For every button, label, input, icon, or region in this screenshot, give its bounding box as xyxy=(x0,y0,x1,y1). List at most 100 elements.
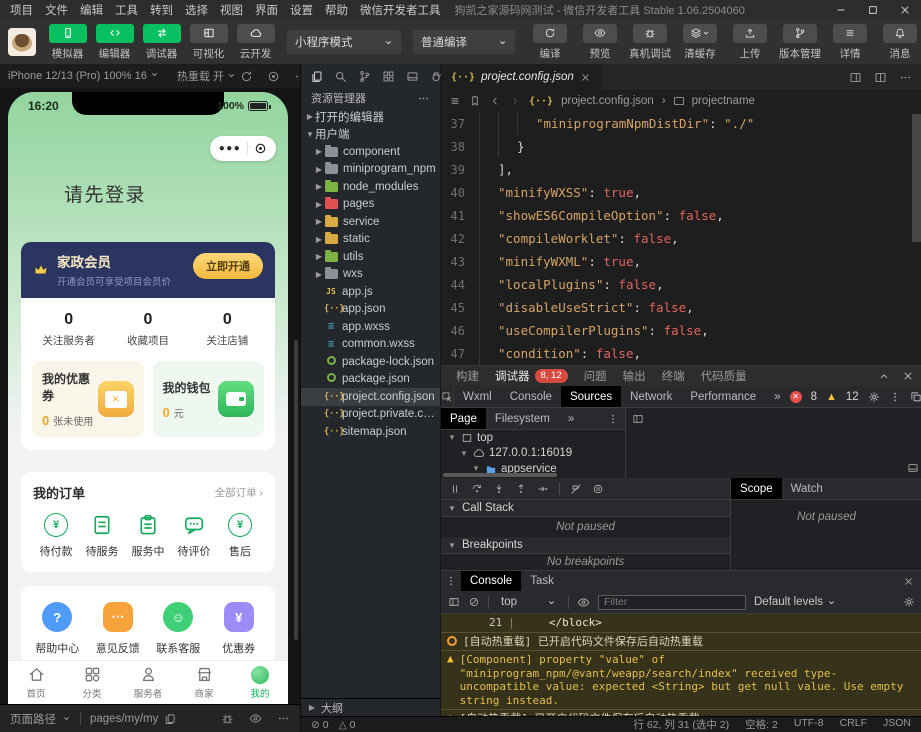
sources-tree-item[interactable]: ▼top xyxy=(441,430,625,446)
statusbar-item[interactable]: 行 62, 列 31 (选中 2) xyxy=(633,717,729,732)
editor-tab[interactable]: {··} project.config.json xyxy=(441,64,601,90)
step-into-icon[interactable] xyxy=(493,483,505,495)
split-editor-icon[interactable] xyxy=(874,71,887,84)
more-vertical-icon[interactable] xyxy=(607,408,625,429)
copy-icon[interactable] xyxy=(164,713,176,725)
console-tab-Task[interactable]: Task xyxy=(521,571,563,591)
miniprogram-capsule[interactable]: ●●● xyxy=(210,136,276,161)
capsule-close-icon[interactable] xyxy=(254,142,267,155)
open-preview-icon[interactable] xyxy=(849,71,862,84)
menu-item[interactable]: 选择 xyxy=(179,2,214,18)
panel-tab-调试器[interactable]: 调试器8, 12 xyxy=(488,368,575,384)
editor-scrollbar[interactable] xyxy=(912,114,921,242)
code-area[interactable]: 37"miniprogramNpmDistDir": "./"38}39],40… xyxy=(441,112,921,365)
back-icon[interactable] xyxy=(489,95,501,107)
forward-icon[interactable] xyxy=(509,95,521,107)
hot-reload-toggle[interactable]: 热重载 开 xyxy=(177,68,236,84)
page-path-label[interactable]: 页面路径 xyxy=(10,711,56,727)
tree-item[interactable]: package.json xyxy=(301,371,440,389)
tabbar-item-home[interactable]: 首页 xyxy=(8,661,64,704)
clear-console-icon[interactable] xyxy=(468,596,480,608)
preview-icon[interactable] xyxy=(249,712,262,725)
compile-dropdown[interactable]: 普通编译 xyxy=(413,30,515,54)
extensions-icon[interactable] xyxy=(382,70,395,83)
tree-item[interactable]: ▶utils xyxy=(301,248,440,266)
close-icon[interactable] xyxy=(903,571,921,591)
statusbar-item[interactable]: 空格: 2 xyxy=(745,717,778,732)
stat-item[interactable]: 0关注服务者 xyxy=(29,311,108,348)
tree-item[interactable]: ▶component xyxy=(301,143,440,161)
all-orders-link[interactable]: 全部订单 › xyxy=(215,485,263,500)
refresh-icon[interactable] xyxy=(240,70,253,83)
deactivate-breakpoints-icon[interactable] xyxy=(570,483,582,495)
toolbar-toggle-codetag[interactable]: 编辑器 xyxy=(91,24,138,61)
more-icon[interactable] xyxy=(417,92,430,105)
tree-item[interactable]: ▼用户端 xyxy=(301,126,440,144)
panel-tab-终端[interactable]: 终端 xyxy=(655,368,692,384)
stat-item[interactable]: 0收藏项目 xyxy=(108,311,187,348)
capsule-more-icon[interactable]: ●●● xyxy=(219,144,242,154)
statusbar-item[interactable]: UTF-8 xyxy=(794,717,824,732)
git-branch-icon[interactable] xyxy=(358,70,371,83)
more-vertical-icon[interactable] xyxy=(889,391,901,403)
toolbar-action-eye[interactable]: 预览 xyxy=(575,24,625,61)
minimize-button[interactable] xyxy=(825,0,857,20)
service-item[interactable]: ?帮助中心 xyxy=(27,602,88,656)
devtools-tab-Performance[interactable]: Performance xyxy=(681,386,765,407)
debug-icon[interactable] xyxy=(221,712,234,725)
console-filter-input[interactable] xyxy=(598,595,746,610)
menu-item[interactable]: 视图 xyxy=(214,2,249,18)
maximize-button[interactable] xyxy=(857,0,889,20)
tree-item[interactable]: ▶wxs xyxy=(301,266,440,284)
toolbar-toggle-swap[interactable]: 调试器 xyxy=(138,24,185,61)
toolbar-action-list[interactable]: 详情 xyxy=(825,24,875,61)
panel-tab-输出[interactable]: 输出 xyxy=(616,368,653,384)
more-vertical-icon[interactable] xyxy=(441,571,461,591)
tree-item[interactable]: {··}project.private.config.js... xyxy=(301,406,440,424)
tree-item[interactable]: {··}sitemap.json xyxy=(301,423,440,441)
tree-item[interactable]: ▶node_modules xyxy=(301,178,440,196)
panel-tab-问题[interactable]: 问题 xyxy=(577,368,614,384)
order-item-pay[interactable]: ¥待付款 xyxy=(33,513,79,559)
step-out-icon[interactable] xyxy=(515,483,527,495)
device-selector[interactable]: iPhone 12/13 (Pro) 100% 16 xyxy=(8,70,159,82)
pause-on-exceptions-icon[interactable] xyxy=(592,483,604,495)
sources-tree-item[interactable]: ▼127.0.0.1:16019 xyxy=(441,446,625,462)
devtools-tab-Sources[interactable]: Sources xyxy=(561,386,621,407)
toolbar-toggle-phone[interactable]: 模拟器 xyxy=(44,24,91,61)
more-icon[interactable] xyxy=(899,71,912,84)
devtools-tab-Wxml[interactable]: Wxml xyxy=(454,386,501,407)
context-selector[interactable]: top xyxy=(497,596,560,608)
order-item-clip[interactable]: 服务中 xyxy=(125,513,171,559)
record-icon[interactable] xyxy=(267,70,280,83)
toggle-panel-icon[interactable] xyxy=(632,413,644,425)
breadcrumb-file[interactable]: project.config.json xyxy=(561,95,654,107)
stat-item[interactable]: 0关注店铺 xyxy=(188,311,267,348)
menu-item[interactable]: 编辑 xyxy=(74,2,109,18)
collapse-icon[interactable] xyxy=(907,462,919,474)
tabbar-item-me[interactable]: 我的 xyxy=(232,661,288,704)
menu-item[interactable]: 界面 xyxy=(249,2,284,18)
avatar[interactable] xyxy=(8,28,36,56)
sidebar-icon[interactable] xyxy=(448,596,460,608)
inspect-element-icon[interactable] xyxy=(441,386,454,407)
gear-icon[interactable] xyxy=(868,391,880,403)
simulator-scrollbar[interactable] xyxy=(294,340,298,640)
console-tab-Console[interactable]: Console xyxy=(461,571,521,591)
menu-item[interactable]: 项目 xyxy=(4,2,39,18)
tree-item[interactable]: ▶pages xyxy=(301,196,440,214)
toolbar-action-branch[interactable]: 版本管理 xyxy=(775,24,825,61)
toolbar-action-upload[interactable]: 上传 xyxy=(725,24,775,61)
service-item[interactable]: ⋯意见反馈 xyxy=(88,602,149,656)
eye-icon[interactable] xyxy=(577,596,590,609)
order-item-chat[interactable]: 待评价 xyxy=(171,513,217,559)
sources-subtab-Filesystem[interactable]: Filesystem xyxy=(486,408,559,429)
gear-icon[interactable] xyxy=(903,596,915,608)
order-item-doc[interactable]: 待服务 xyxy=(79,513,125,559)
step-icon[interactable] xyxy=(537,483,549,495)
tree-item[interactable]: ▶miniprogram_npm xyxy=(301,161,440,179)
toolbar-action-refresh[interactable]: 编译 xyxy=(525,24,575,61)
undock-icon[interactable] xyxy=(910,391,921,403)
sources-subtab-more[interactable]: » xyxy=(559,408,583,429)
toolbar-toggle-cloud[interactable]: 云开发 xyxy=(232,24,279,61)
